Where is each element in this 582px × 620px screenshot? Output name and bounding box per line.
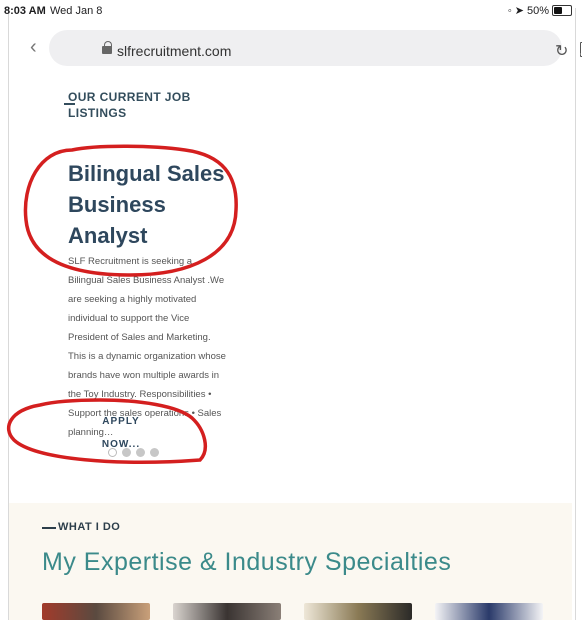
browser-toolbar: ‹ slfrecruitment.com ↻ (9, 26, 582, 70)
carousel-dot[interactable] (150, 448, 159, 457)
carousel-dot[interactable] (122, 448, 131, 457)
status-time: 8:03 AM (4, 5, 46, 17)
location-icon: ➤ (514, 5, 524, 17)
specialty-thumb-1[interactable] (42, 603, 150, 620)
lock-icon (102, 41, 112, 54)
battery-fill (554, 7, 562, 14)
address-bar[interactable]: slfrecruitment.com ↻ (49, 30, 582, 66)
listings-section-label: OUR CURRENT JOB LISTINGS (68, 90, 191, 120)
specialty-thumb-3[interactable] (304, 603, 412, 620)
chevron-left-icon[interactable]: ‹ (30, 36, 37, 59)
specialty-thumb-2[interactable] (173, 603, 281, 620)
carousel-dot[interactable] (108, 448, 117, 457)
job-title[interactable]: Bilingual Sales Business Analyst (68, 158, 228, 251)
battery-icon (552, 5, 572, 16)
wifi-icon: ◦ (507, 4, 512, 17)
carousel-dots (108, 448, 159, 457)
expertise-title: My Expertise & Industry Specialties (42, 548, 452, 576)
status-bar: 8:03 AM Wed Jan 8 ◦ ➤ 50% (0, 0, 582, 22)
status-date: Wed Jan 8 (50, 5, 103, 17)
url-text: slfrecruitment.com (117, 43, 232, 59)
specialty-thumb-4[interactable] (435, 603, 543, 620)
status-right: ◦ ➤ 50% (508, 4, 572, 17)
reload-icon[interactable]: ↻ (555, 41, 568, 61)
battery-percent: 50% (526, 4, 549, 17)
carousel-dot[interactable] (136, 448, 145, 457)
what-i-do-text: WHAT I DO (58, 521, 121, 533)
what-i-do-label: WHAT I DO (42, 521, 120, 533)
